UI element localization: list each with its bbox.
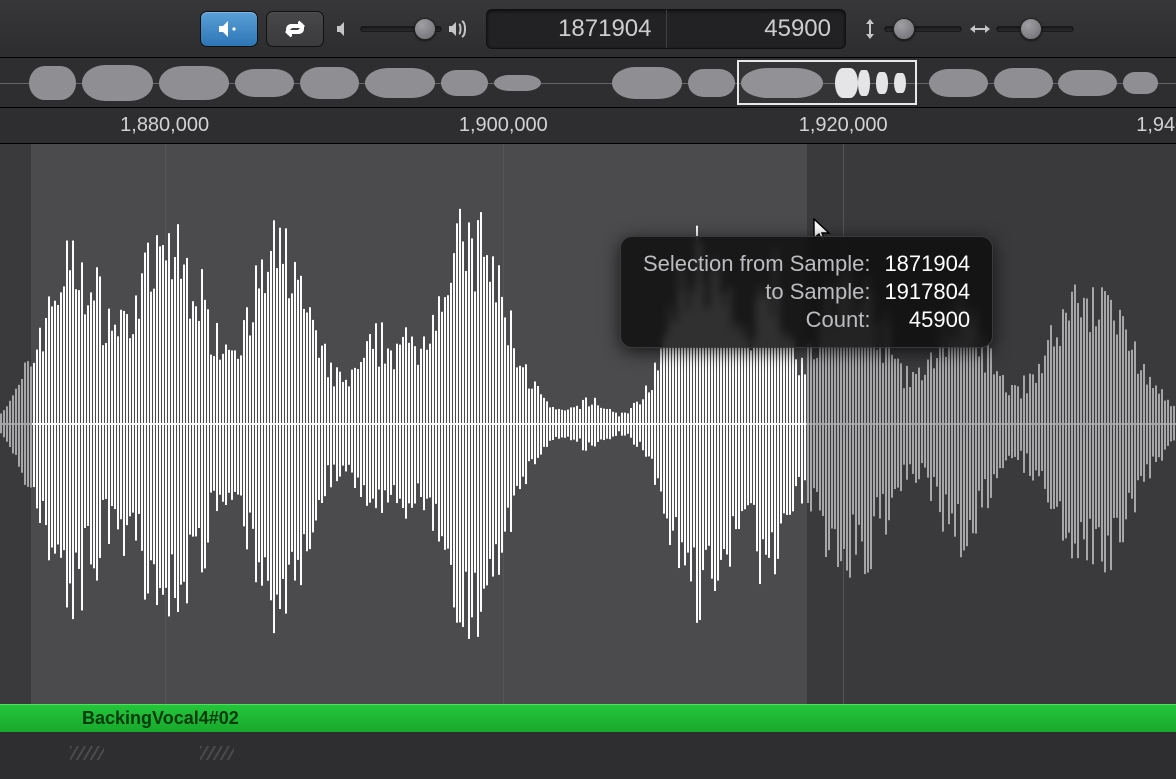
bottom-scroll-area xyxy=(0,732,1176,779)
resize-handle[interactable] xyxy=(70,746,104,760)
waveform-svg xyxy=(0,144,1176,704)
speaker-icon xyxy=(218,19,240,39)
preview-audio-button[interactable] xyxy=(200,11,258,47)
slider-thumb[interactable] xyxy=(893,18,915,40)
region-name: BackingVocal4#02 xyxy=(82,708,239,729)
overview-blob xyxy=(1058,70,1117,96)
overview-blob xyxy=(688,69,735,97)
overview-blob xyxy=(494,75,541,91)
overview-blob xyxy=(29,66,76,100)
overview-blob xyxy=(1123,72,1158,94)
overview-blob xyxy=(876,72,888,94)
waveform-overview[interactable] xyxy=(0,58,1176,108)
overview-blob xyxy=(994,68,1053,98)
ruler-label: 1,940,000 xyxy=(1136,114,1176,137)
overview-blob xyxy=(159,66,230,100)
audio-region[interactable]: BackingVocal4#02 xyxy=(0,704,1176,732)
sample-start-field[interactable]: 1871904 xyxy=(487,10,666,48)
overview-blob xyxy=(300,67,359,99)
slider-thumb[interactable] xyxy=(414,18,436,40)
overview-blob xyxy=(365,68,436,98)
sample-ruler[interactable]: 1,880,000 1,900,000 1,920,000 1,940,000 xyxy=(0,108,1176,144)
waveform-main[interactable]: Selection from Sample: 1871904 to Sample… xyxy=(0,144,1176,704)
overview-blob xyxy=(235,69,294,97)
vertical-zoom-icon xyxy=(862,19,878,39)
tooltip-label: to Sample: xyxy=(643,279,870,305)
volume-low-icon xyxy=(336,21,354,37)
region-strip: BackingVocal4#02 xyxy=(0,704,1176,732)
preview-volume-slider[interactable] xyxy=(360,26,442,32)
resize-handle[interactable] xyxy=(200,746,234,760)
tooltip-count: 45900 xyxy=(884,307,970,333)
sample-position-display[interactable]: 1871904 45900 xyxy=(486,9,846,49)
tooltip-label: Selection from Sample: xyxy=(643,251,870,277)
toolbar: 1871904 45900 xyxy=(0,0,1176,58)
slider-thumb[interactable] xyxy=(1020,18,1042,40)
overview-blob xyxy=(929,69,988,97)
preview-volume-slider-group xyxy=(336,20,470,38)
ruler-label: 1,900,000 xyxy=(459,114,548,137)
vertical-zoom-slider[interactable] xyxy=(884,26,962,32)
ruler-label: 1,920,000 xyxy=(799,114,888,137)
overview-blob xyxy=(894,73,906,93)
horizontal-zoom-icon xyxy=(970,21,990,37)
tooltip-from-sample: 1871904 xyxy=(884,251,970,277)
selection-tooltip: Selection from Sample: 1871904 to Sample… xyxy=(620,236,993,348)
horizontal-zoom-slider[interactable] xyxy=(996,26,1074,32)
overview-blob xyxy=(82,65,153,101)
ruler-label: 1,880,000 xyxy=(120,114,209,137)
vertical-zoom-group xyxy=(862,19,962,39)
tooltip-to-sample: 1917804 xyxy=(884,279,970,305)
overview-blob xyxy=(612,67,683,99)
overview-blob xyxy=(741,68,823,98)
overview-blob xyxy=(835,68,859,98)
overview-blob xyxy=(858,70,870,96)
volume-high-icon xyxy=(448,20,470,38)
sample-length-field[interactable]: 45900 xyxy=(666,10,846,48)
cycle-icon xyxy=(282,20,308,38)
horizontal-zoom-group xyxy=(970,21,1074,37)
tooltip-label: Count: xyxy=(643,307,870,333)
overview-blob xyxy=(441,70,488,96)
cycle-button[interactable] xyxy=(266,11,324,47)
